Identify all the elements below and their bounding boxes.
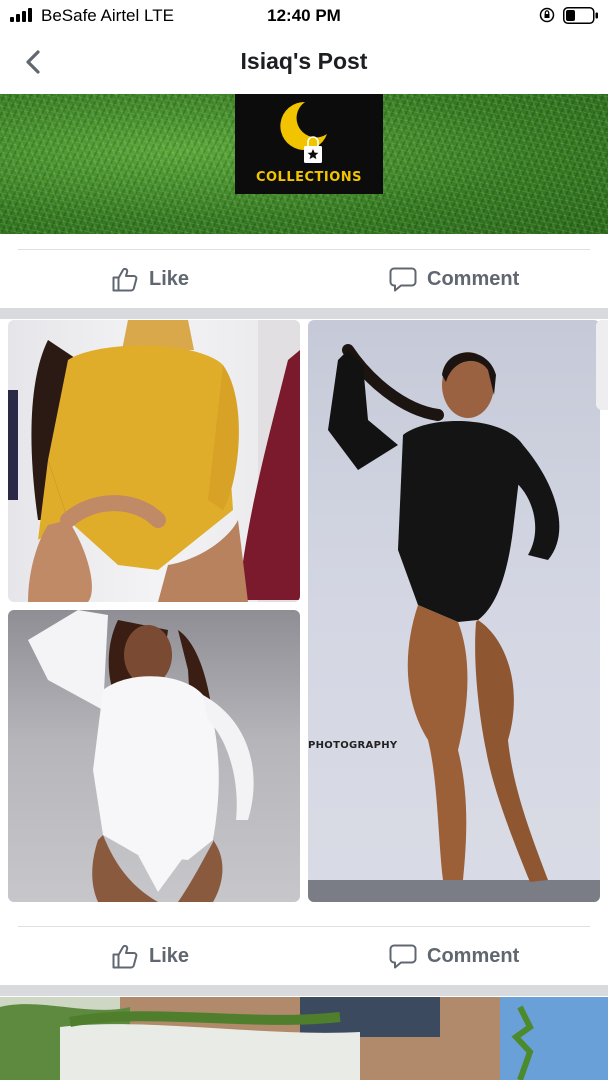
nav-header: Isiaq's Post [0,32,608,92]
like-button[interactable]: Like [111,250,189,308]
like-label: Like [149,944,190,967]
logo-text: COLLECTIONS [255,170,363,185]
status-time: 12:40 PM [267,6,341,25]
black-bodysuit-photo[interactable]: PHOTOGRAPHY [308,320,600,902]
collections-logo: COLLECTIONS [235,94,383,194]
thumbs-up-icon [112,267,138,292]
next-post-photo[interactable] [0,997,608,1080]
photo-caption: PHOTOGRAPHY [308,740,398,751]
battery-icon [563,7,598,24]
comment-bubble-icon [389,267,417,292]
white-bodysuit-photo[interactable] [8,610,300,902]
orientation-lock-icon [539,7,555,23]
comment-button[interactable]: Comment [389,250,519,308]
yellow-bodysuit-photo[interactable] [8,320,300,602]
page-title: Isiaq's Post [240,48,368,74]
comment-button[interactable]: Comment [389,927,519,985]
thumbs-up-icon [112,944,138,969]
status-bar: BeSafe Airtel LTE 12:40 PM [0,0,608,32]
more-photos-indicator [596,320,608,410]
comment-bubble-icon [389,944,417,969]
yellow-bodysuit-illustration [8,320,300,602]
white-bodysuit-illustration [28,610,254,902]
comment-label: Comment [427,267,520,290]
post-photo-collage[interactable]: PHOTOGRAPHY [0,320,608,910]
post-actions-row: Like Comment [0,927,608,985]
post-actions-row: Like Comment [0,250,608,308]
like-label: Like [149,267,190,290]
post-separator [0,985,608,996]
post-photo-banner[interactable]: COLLECTIONS [0,94,608,234]
black-bodysuit-illustration [308,344,600,902]
comment-label: Comment [427,944,520,967]
post-separator [0,308,608,319]
crescent-moon-icon [280,101,327,163]
like-button[interactable]: Like [111,927,189,985]
next-post-illustration [0,997,608,1080]
